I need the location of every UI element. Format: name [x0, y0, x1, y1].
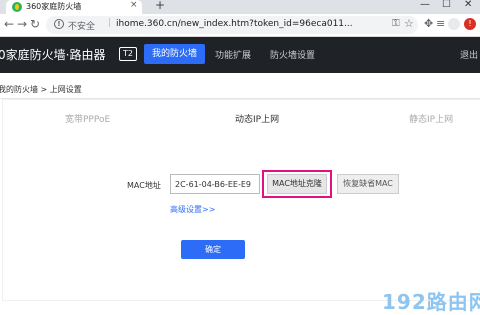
tab-title: 360家庭防火墙 [26, 2, 82, 11]
mac-address-label: MAC地址 [127, 181, 161, 190]
logout-link[interactable]: 退出 [460, 48, 478, 61]
forward-icon[interactable]: → [17, 17, 27, 31]
key-icon[interactable]: ⚿ [392, 18, 400, 29]
alert-icon[interactable]: ! [464, 18, 476, 30]
advanced-settings-link[interactable]: 高级设置>> [170, 204, 215, 215]
watermark: 192路由网 [382, 290, 480, 314]
confirm-button[interactable]: 确定 [181, 240, 245, 259]
url-text[interactable]: ihome.360.cn/new_index.htm?token_id=96ec… [116, 19, 386, 29]
reload-icon[interactable]: ↻ [30, 17, 40, 31]
tab-static-ip[interactable]: 静态IP上网 [409, 112, 453, 125]
restore-default-mac-button[interactable]: 恢复缺省MAC [337, 174, 399, 194]
minimize-icon[interactable]: — [420, 0, 430, 10]
tab-pppoe[interactable]: 宽带PPPoE [65, 112, 110, 125]
browser-toolbar: ← → ↻ ! 不安全 | ihome.360.cn/new_index.htm… [0, 14, 480, 37]
tab-dynamic-ip[interactable]: 动态IP上网 [235, 112, 279, 125]
back-icon[interactable]: ← [4, 17, 14, 31]
mac-clone-button[interactable]: MAC地址克隆 [267, 174, 327, 194]
star-icon[interactable]: ☆ [404, 17, 414, 30]
nav-extensions[interactable]: 功能扩展 [215, 48, 251, 61]
puzzle-icon[interactable]: ✥ [424, 17, 433, 30]
divider [0, 98, 480, 99]
address-bar[interactable]: ! 不安全 | ihome.360.cn/new_index.htm?token… [46, 16, 418, 34]
app-header: 0家庭防火墙·路由器 T2 我的防火墙 功能扩展 防火墙设置 退出 [0, 37, 480, 73]
window-close-icon[interactable]: ✕ [464, 0, 472, 10]
url-separator: | [108, 18, 112, 28]
model-badge: T2 [119, 47, 137, 61]
maximize-icon[interactable]: ☐ [442, 0, 451, 10]
main-content: 宽带PPPoE 动态IP上网 静态IP上网 MAC地址 MAC地址克隆 恢复缺省… [3, 100, 480, 300]
info-icon[interactable]: ! [54, 19, 64, 29]
new-tab-button[interactable]: + [155, 0, 165, 12]
browser-tab-bar: 360家庭防火墙 × + — ☐ ✕ [0, 0, 480, 14]
nav-firewall-settings[interactable]: 防火墙设置 [270, 48, 315, 61]
list-icon[interactable]: ≡ [436, 17, 445, 30]
security-label: 不安全 [68, 22, 96, 32]
browser-tab[interactable]: 360家庭防火墙 × [6, 0, 142, 14]
favicon-icon [12, 2, 22, 12]
breadcrumb: 我的防火墙 > 上网设置 [0, 85, 82, 94]
app-title: 0家庭防火墙·路由器 [0, 48, 106, 62]
mac-address-input[interactable] [170, 174, 260, 194]
tab-close-icon[interactable]: × [130, 0, 138, 10]
nav-my-firewall[interactable]: 我的防火墙 [144, 44, 206, 64]
avatar[interactable] [448, 18, 460, 30]
